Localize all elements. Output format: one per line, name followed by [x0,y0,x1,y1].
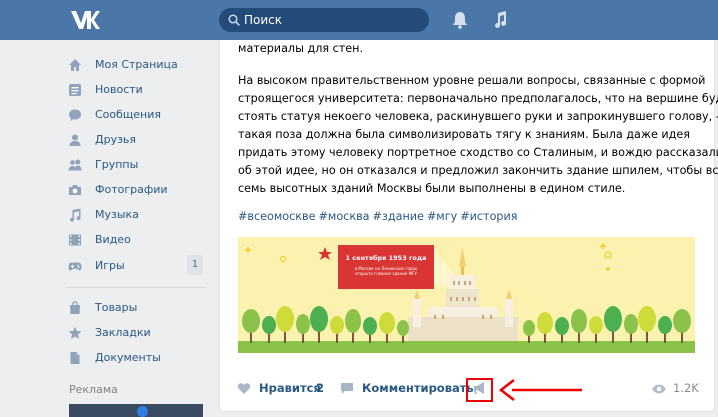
annotation-arrow-icon [498,379,582,401]
music-note-icon[interactable] [493,11,507,29]
hashtag-link[interactable]: #москва [319,210,370,223]
ads-label: Реклама [69,383,118,396]
sidebar-item-label: Фотографии [95,183,168,196]
comment-button[interactable]: Комментировать [362,381,474,395]
hashtag-link[interactable]: #здание [373,210,424,223]
banner-text: в Москве на Ленинских горах открыто глав… [354,266,418,276]
messages-icon [69,109,81,121]
sidebar-item-photos[interactable]: Фотографии [66,178,206,202]
document-icon [70,352,80,364]
post-text-line: придать этому человеку портретное сходст… [238,146,718,159]
camera-icon [69,185,81,195]
sidebar-item-video[interactable]: Видео [66,228,206,252]
top-header: Поиск [0,0,718,40]
sidebar-divider [66,287,206,288]
sidebar-item-label: Видео [95,233,131,246]
ad-icon [137,406,148,417]
post-text-line: материалы для стен. [238,42,364,55]
games-counter-badge: 1 [187,255,203,275]
star-icon [68,326,82,339]
date-banner: 1 сентября 1953 года в Москве на Ленинск… [338,245,434,289]
sidebar-item-label: Игры [95,259,125,272]
sidebar-item-goods[interactable]: Товары [66,296,206,320]
sidebar-item-groups[interactable]: Группы [66,153,206,177]
sidebar-item-news[interactable]: Новости [66,78,206,102]
sidebar-item-friends[interactable]: Друзья [66,128,206,152]
post-text-line: На высоком правительственном уровне реша… [238,74,706,87]
like-button[interactable]: Нравится [259,381,321,395]
vk-logo-icon[interactable] [70,9,100,31]
shopping-bag-icon [70,301,80,314]
sidebar-item-messages[interactable]: Сообщения [66,103,206,127]
comment-icon[interactable] [340,382,354,395]
hashtag-link[interactable]: #мгу [427,210,457,223]
sidebar-item-games[interactable]: Игры [66,254,206,278]
search-placeholder: Поиск [244,13,283,27]
sidebar-item-label: Новости [95,83,143,96]
search-icon [228,14,240,26]
groups-icon [68,159,82,171]
post-text-line: об этой идее, но он отказался и предложи… [238,164,718,177]
annotation-highlight-box [466,378,493,402]
sidebar-item-bookmarks[interactable]: Закладки [66,321,206,345]
post-card: материалы для стен. На высоком правитель… [219,40,718,412]
sidebar-item-documents[interactable]: Документы [66,346,206,370]
sidebar-item-label: Закладки [95,326,151,339]
post-hashtags: #всеомоскве #москва #здание #мгу #история [238,210,521,223]
sidebar-item-label: Товары [95,301,138,314]
search-input[interactable]: Поиск [219,8,429,32]
sidebar-item-label: Моя Страница [95,58,178,71]
sidebar-item-label: Музыка [95,208,139,221]
post-text-line: такая поза должна была символизировать т… [238,128,691,141]
views-count: 1.2K [673,381,699,395]
sidebar-item-my-page[interactable]: Моя Страница [66,53,206,77]
music-icon [70,208,81,222]
sidebar-item-label: Сообщения [95,108,162,121]
like-count[interactable]: 2 [316,381,324,395]
ad-thumbnail[interactable] [69,404,203,417]
post-image[interactable]: 1 сентября 1953 года в Москве на Ленинск… [238,237,695,353]
msu-illustration [238,243,695,353]
home-icon [69,59,81,71]
post-text-line: строящегося университета: первоначально … [238,92,718,105]
eye-icon [652,384,666,394]
friend-icon [69,134,81,146]
news-icon [69,84,81,96]
sidebar-item-music[interactable]: Музыка [66,203,206,227]
hashtag-link[interactable]: #история [460,210,517,223]
sidebar-item-label: Друзья [95,133,137,146]
post-text-line: семь высотных зданий Москвы были выполне… [238,182,626,195]
gamepad-icon [68,262,82,271]
video-icon [69,234,81,246]
hashtag-link[interactable]: #всеомоскве [238,210,316,223]
sidebar-item-label: Документы [95,351,161,364]
sidebar-item-label: Группы [95,158,139,171]
banner-date: 1 сентября 1953 года [345,254,427,262]
post-text-line: стоять статуя некоего человека, раскинув… [238,110,718,123]
heart-icon[interactable] [237,382,251,395]
notifications-bell-icon[interactable] [452,11,468,29]
